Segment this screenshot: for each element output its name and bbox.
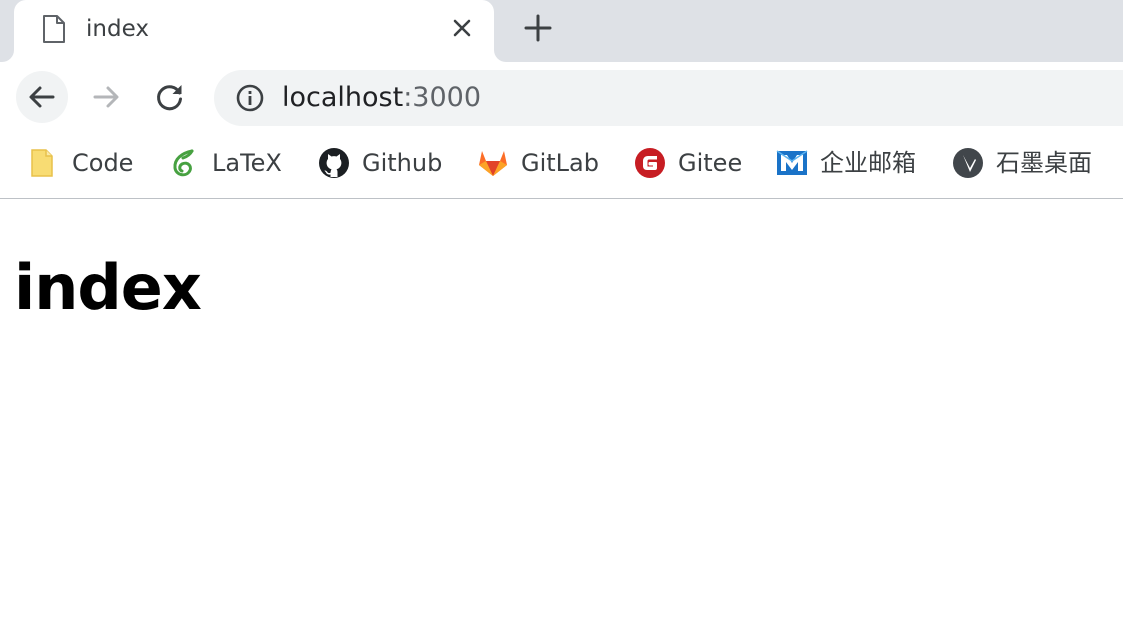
bookmarks-bar: Code LaTeX Github GitLab Gitee 企业邮箱 石墨桌面 <box>0 132 1123 199</box>
forward-arrow-icon <box>93 86 119 108</box>
url-port: :3000 <box>403 82 482 113</box>
gitlab-icon <box>479 151 507 176</box>
forward-button[interactable] <box>80 71 132 123</box>
bookmark-label: LaTeX <box>212 149 282 177</box>
bookmark-label: 石墨桌面 <box>996 149 1092 177</box>
bookmark-label: Gitee <box>678 149 743 177</box>
github-icon <box>319 148 349 178</box>
reload-icon <box>157 85 182 111</box>
tab-strip: index <box>0 0 1123 62</box>
bookmark-label: Code <box>72 149 134 177</box>
bookmark-label: 企业邮箱 <box>820 149 916 177</box>
reload-button[interactable] <box>144 71 196 123</box>
bookmark-shimo[interactable]: 石墨桌面 <box>952 142 1092 184</box>
bookmark-latex[interactable]: LaTeX <box>168 142 282 184</box>
back-arrow-icon <box>29 86 55 108</box>
toolbar: localhost:3000 <box>0 62 1123 132</box>
bookmark-label: GitLab <box>521 149 599 177</box>
bookmark-mail[interactable]: 企业邮箱 <box>776 142 916 184</box>
bookmark-gitlab[interactable]: GitLab <box>477 142 599 184</box>
plus-icon[interactable] <box>522 12 554 44</box>
gitee-icon <box>635 148 665 178</box>
bookmark-code[interactable]: Code <box>28 142 133 184</box>
mail-icon <box>776 150 808 175</box>
overleaf-icon <box>173 149 194 177</box>
bookmark-label: Github <box>362 149 443 177</box>
url-text: localhost:3000 <box>282 80 481 116</box>
document-icon <box>43 15 65 43</box>
tab-title: index <box>86 16 149 42</box>
bookmark-github[interactable]: Github <box>318 142 442 184</box>
tab-index[interactable]: index <box>14 0 494 62</box>
page-content: index <box>0 200 1123 632</box>
url-host: localhost <box>282 82 404 113</box>
close-icon[interactable] <box>448 14 476 42</box>
address-bar[interactable]: localhost:3000 <box>214 70 1123 126</box>
page-title: index <box>14 251 202 324</box>
folder-icon <box>31 149 53 177</box>
bookmark-gitee[interactable]: Gitee <box>634 142 742 184</box>
info-icon[interactable] <box>234 82 266 114</box>
shimo-icon <box>953 148 983 178</box>
back-button[interactable] <box>16 71 68 123</box>
